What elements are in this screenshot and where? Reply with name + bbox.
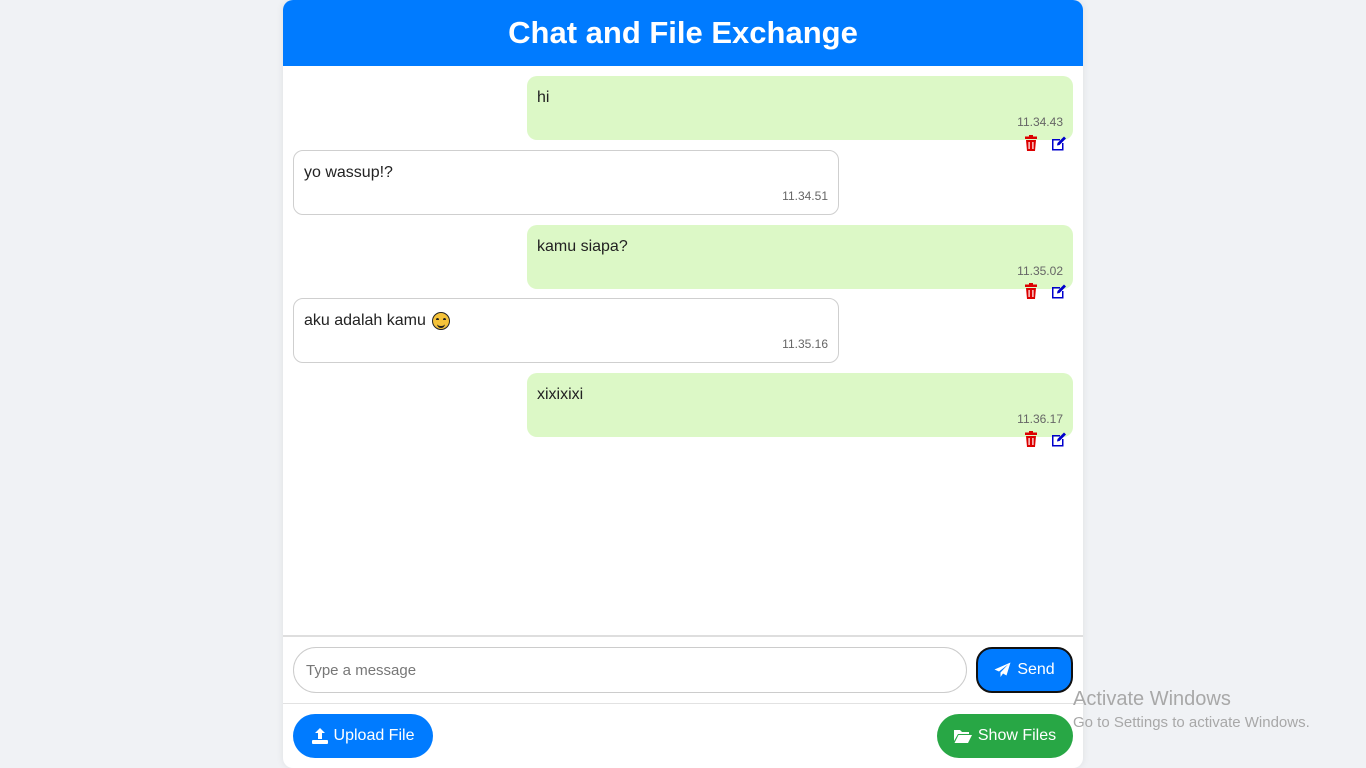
windows-activation-watermark: Activate Windows Go to Settings to activ…: [1073, 688, 1310, 731]
upload-file-button[interactable]: Upload File: [293, 714, 433, 758]
composer: Send: [293, 647, 1073, 693]
watermark-subtitle: Go to Settings to activate Windows.: [1073, 714, 1310, 731]
message-actions: [1023, 135, 1067, 151]
message-time: 11.34.43: [1017, 115, 1063, 129]
show-files-label: Show Files: [977, 727, 1057, 744]
message-actions: [1023, 431, 1067, 447]
message-text: kamu siapa?: [537, 238, 628, 255]
smiling-face-emoji-icon: [431, 312, 450, 330]
message-bubble-sent: hi 11.34.43: [527, 76, 1073, 140]
message-text: yo wassup!?: [304, 164, 393, 181]
folder-open-icon: [953, 730, 972, 743]
message-bubble-sent: xixixixi 11.36.17: [527, 373, 1073, 437]
paper-plane-icon: [994, 662, 1011, 677]
edit-icon[interactable]: [1051, 135, 1067, 151]
message-time: 11.34.51: [782, 189, 828, 203]
footer-divider: [283, 703, 1083, 704]
trash-icon[interactable]: [1023, 283, 1039, 299]
message-bubble-received: yo wassup!? 11.34.51: [293, 150, 839, 215]
message-time: 11.35.02: [1017, 264, 1063, 278]
show-files-button[interactable]: Show Files: [937, 714, 1073, 758]
trash-icon[interactable]: [1023, 135, 1039, 151]
send-button[interactable]: Send: [976, 647, 1073, 693]
composer-divider: [283, 635, 1083, 637]
message-text: aku adalah kamu: [304, 312, 426, 329]
watermark-title: Activate Windows: [1073, 688, 1231, 710]
message-text-row: aku adalah kamu: [304, 311, 828, 331]
message-list: hi 11.34.43 yo wassup!? 11.34.51 kamu si…: [283, 66, 1083, 635]
message-actions: [1023, 283, 1067, 299]
message-time: 11.35.16: [782, 337, 828, 351]
edit-icon[interactable]: [1051, 431, 1067, 447]
send-button-label: Send: [1017, 661, 1055, 678]
page-title: Chat and File Exchange: [508, 15, 858, 50]
upload-file-label: Upload File: [333, 727, 415, 744]
app-header: Chat and File Exchange: [283, 0, 1083, 66]
message-text: xixixixi: [537, 386, 584, 403]
message-bubble-sent: kamu siapa? 11.35.02: [527, 225, 1073, 289]
chat-app: Chat and File Exchange hi 11.34.43 yo wa…: [283, 0, 1083, 768]
trash-icon[interactable]: [1023, 431, 1039, 447]
message-text: hi: [537, 89, 550, 106]
message-input[interactable]: [293, 647, 967, 693]
edit-icon[interactable]: [1051, 283, 1067, 299]
message-bubble-received: aku adalah kamu 11.35.16: [293, 298, 839, 363]
upload-icon: [311, 728, 328, 744]
message-time: 11.36.17: [1017, 412, 1063, 426]
